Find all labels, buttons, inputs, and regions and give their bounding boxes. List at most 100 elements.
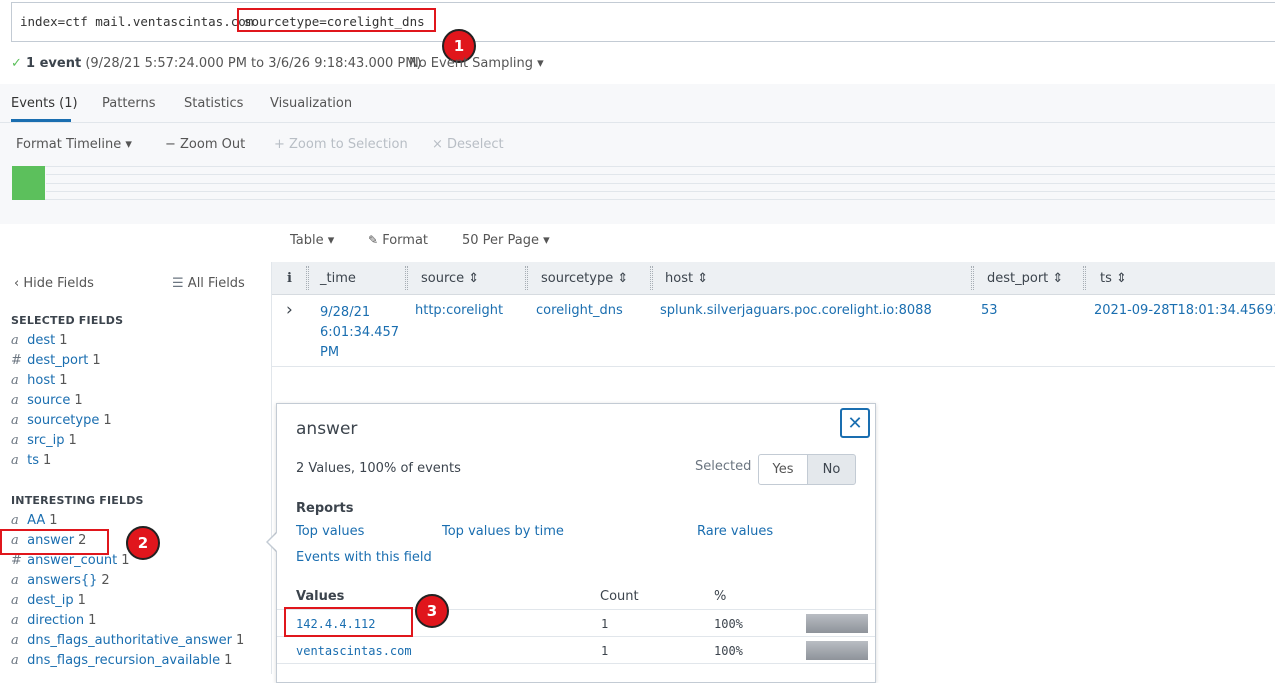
search-query-text[interactable]: index=ctf mail.ventascintas.com	[20, 14, 253, 29]
field-item[interactable]: a host 1	[11, 372, 68, 390]
field-item[interactable]: a dest_ip 1	[11, 592, 86, 610]
column-header-sourcetype[interactable]: sourcetype ⇕	[541, 271, 628, 286]
column-header-source[interactable]: source ⇕	[421, 271, 479, 286]
column-resize-handle[interactable]	[405, 266, 408, 290]
per-page-dropdown[interactable]: 50 Per Page ▾	[462, 233, 550, 248]
string-type-icon: a	[11, 373, 19, 388]
timeline-bar[interactable]	[12, 166, 45, 200]
field-item[interactable]: a AA 1	[11, 512, 58, 530]
expand-row-icon[interactable]: ›	[286, 300, 293, 320]
deselect-button[interactable]: × Deselect	[432, 137, 504, 152]
reports-title: Reports	[296, 501, 354, 516]
all-fields-button[interactable]: ☰ All Fields	[172, 276, 245, 291]
column-resize-handle[interactable]	[525, 266, 528, 290]
cell-time[interactable]: 9/28/21 6:01:34.457 PM	[320, 303, 399, 363]
field-name[interactable]: source	[27, 393, 70, 408]
report-rare-values-link[interactable]: Rare values	[697, 524, 773, 539]
column-header-ts[interactable]: ts ⇕	[1100, 271, 1127, 286]
field-name[interactable]: src_ip	[27, 433, 64, 448]
event-sampling-dropdown[interactable]: No Event Sampling ▾	[409, 56, 544, 71]
field-item[interactable]: a dest 1	[11, 332, 68, 350]
field-name[interactable]: direction	[27, 613, 84, 628]
selected-no-button[interactable]: No	[807, 454, 856, 485]
field-name[interactable]: dest_ip	[27, 593, 73, 608]
field-item[interactable]: a sourcetype 1	[11, 412, 112, 430]
field-count: 1	[59, 333, 68, 348]
report-top-values-link[interactable]: Top values	[296, 524, 364, 539]
field-name[interactable]: dest_port	[27, 353, 88, 368]
close-icon[interactable]: ✕	[840, 408, 870, 438]
column-resize-handle[interactable]	[1083, 266, 1086, 290]
list-icon: ☰	[172, 276, 184, 291]
value-bar	[806, 614, 868, 633]
hide-fields-label: Hide Fields	[23, 276, 94, 291]
cell-ts[interactable]: 2021-09-28T18:01:34.456931Z	[1094, 303, 1275, 318]
field-count: 1	[103, 413, 112, 428]
cell-host[interactable]: splunk.silverjaguars.poc.corelight.io:80…	[660, 303, 932, 318]
values-column-header: Values	[296, 589, 345, 604]
format-button[interactable]: ✎ Format	[368, 233, 428, 248]
field-count: 1	[88, 613, 97, 628]
value-link[interactable]: ventascintas.com	[296, 644, 412, 658]
field-name[interactable]: dns_flags_recursion_available	[27, 653, 220, 668]
zoom-to-selection-button[interactable]: + Zoom to Selection	[274, 137, 408, 152]
info-column-header: i	[287, 271, 292, 286]
field-item[interactable]: a source 1	[11, 392, 83, 410]
event-count: 1 event	[26, 56, 82, 71]
field-summary-popup	[276, 403, 876, 683]
selected-yes-button[interactable]: Yes	[758, 454, 808, 485]
cell-dest-port[interactable]: 53	[981, 303, 998, 318]
timeline-gridline	[46, 191, 1275, 192]
string-type-icon: a	[11, 513, 19, 528]
field-item[interactable]: # dest_port 1	[11, 352, 101, 370]
report-events-with-field-link[interactable]: Events with this field	[296, 550, 432, 565]
hide-fields-button[interactable]: ‹ Hide Fields	[14, 276, 94, 291]
field-name[interactable]: dest	[27, 333, 55, 348]
format-button-label: Format	[382, 233, 429, 248]
column-resize-handle[interactable]	[971, 266, 974, 290]
field-name[interactable]: ts	[27, 453, 39, 468]
column-header-dest-port[interactable]: dest_port ⇕	[987, 271, 1063, 286]
popup-title: answer	[296, 419, 358, 439]
report-top-values-by-time-link[interactable]: Top values by time	[442, 524, 564, 539]
tab-statistics[interactable]: Statistics	[184, 96, 243, 111]
column-header-time[interactable]: _time	[320, 271, 356, 286]
field-name[interactable]: answer_count	[27, 553, 117, 568]
timeline-gridline	[46, 183, 1275, 184]
string-type-icon: a	[11, 333, 19, 348]
count-column-header: Count	[600, 589, 639, 604]
string-type-icon: a	[11, 413, 19, 428]
column-resize-handle[interactable]	[306, 266, 309, 290]
field-count: 1	[49, 513, 58, 528]
table-view-dropdown[interactable]: Table ▾	[290, 233, 334, 248]
tab-visualization[interactable]: Visualization	[270, 96, 352, 111]
string-type-icon: a	[11, 433, 19, 448]
cell-sourcetype[interactable]: corelight_dns	[536, 303, 623, 318]
field-item[interactable]: a dns_flags_recursion_available 1	[11, 652, 232, 670]
tab-patterns[interactable]: Patterns	[102, 96, 156, 111]
check-icon: ✓	[11, 56, 22, 71]
tab-events[interactable]: Events (1)	[11, 96, 78, 111]
interesting-fields-title: INTERESTING FIELDS	[11, 494, 144, 507]
value-bar	[806, 641, 868, 660]
column-header-host[interactable]: host ⇕	[665, 271, 708, 286]
field-count: 1	[43, 453, 52, 468]
field-item[interactable]: a dns_flags_authoritative_answer 1	[11, 632, 244, 650]
value-count: 1	[601, 644, 609, 658]
field-name[interactable]: sourcetype	[27, 413, 99, 428]
selected-fields-title: SELECTED FIELDS	[11, 314, 124, 327]
column-resize-handle[interactable]	[650, 266, 653, 290]
field-name[interactable]: dns_flags_authoritative_answer	[27, 633, 232, 648]
field-item[interactable]: a ts 1	[11, 452, 51, 470]
value-count: 1	[601, 617, 609, 631]
zoom-out-button[interactable]: − Zoom Out	[165, 137, 245, 152]
format-timeline-button[interactable]: Format Timeline ▾	[16, 137, 132, 152]
field-count: 2	[101, 573, 110, 588]
field-item[interactable]: a answers{} 2	[11, 572, 110, 590]
field-name[interactable]: answers{}	[27, 573, 97, 588]
field-name[interactable]: host	[27, 373, 55, 388]
field-item[interactable]: a direction 1	[11, 612, 96, 630]
field-name[interactable]: AA	[27, 513, 45, 528]
field-item[interactable]: a src_ip 1	[11, 432, 77, 450]
cell-source[interactable]: http:corelight	[415, 303, 503, 318]
